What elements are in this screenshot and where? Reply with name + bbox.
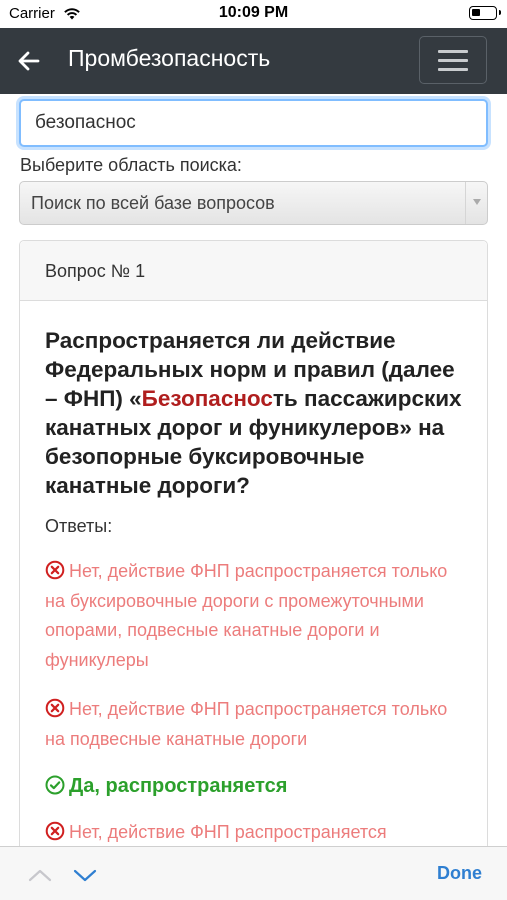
hamburger-menu-icon [438, 50, 468, 53]
answer-text: Нет, действие ФНП распространяется тольк… [45, 561, 448, 670]
app-screen: Carrier 10:09 PM Промбезопасность безопа… [0, 0, 507, 900]
answer-item: Нет, действие ФНП распространяется [45, 818, 462, 847]
arrow-left-icon[interactable] [16, 48, 42, 74]
chevron-down-icon [465, 182, 487, 224]
done-button[interactable]: Done [437, 863, 482, 884]
x-circle-icon [45, 698, 65, 718]
battery-icon [469, 6, 501, 20]
question-card: Вопрос № 1 Распространяется ли действие … [19, 240, 488, 846]
hamburger-line [438, 68, 468, 71]
answer-item: Нет, действие ФНП распространяется тольк… [45, 695, 462, 754]
search-area-label: Выберите область поиска: [20, 155, 242, 175]
x-circle-icon [45, 560, 65, 580]
chevron-down-icon[interactable] [73, 863, 97, 887]
answer-item-correct: Да, распространяется [45, 772, 462, 802]
answer-text: Нет, действие ФНП распространяется тольк… [45, 699, 448, 749]
answer-item: Нет, действие ФНП распространяется тольк… [45, 557, 462, 675]
nav-bar: Промбезопасность [0, 28, 507, 94]
question-body: Распространяется ли действие Федеральных… [20, 326, 487, 846]
clock: 10:09 PM [218, 4, 289, 21]
chevron-up-icon[interactable] [28, 863, 52, 887]
question-number: Вопрос № 1 [20, 241, 487, 301]
x-circle-icon [45, 821, 65, 840]
hamburger-menu-button[interactable] [419, 36, 487, 84]
search-area-selected: Поиск по всей базе вопросов [31, 192, 275, 213]
search-input-value: безопаснос [35, 112, 136, 133]
status-bar: Carrier 10:09 PM [0, 0, 507, 28]
answers-label: Ответы: [45, 516, 113, 536]
question-text: Распространяется ли действие Федеральных… [45, 326, 462, 500]
answer-text: Да, распространяется [69, 775, 288, 797]
hamburger-line [438, 59, 468, 62]
search-area-select[interactable]: Поиск по всей базе вопросов [19, 181, 488, 225]
page-title: Промбезопасность [68, 45, 271, 71]
check-circle-icon [45, 775, 65, 795]
main-content: безопаснос Выберите область поиска: Поис… [0, 94, 507, 846]
search-highlight: Безопаснос [141, 386, 273, 411]
search-input[interactable]: безопаснос [19, 99, 488, 147]
answer-text: Нет, действие ФНП распространяется [69, 821, 387, 842]
keyboard-toolbar: Done [0, 846, 507, 900]
